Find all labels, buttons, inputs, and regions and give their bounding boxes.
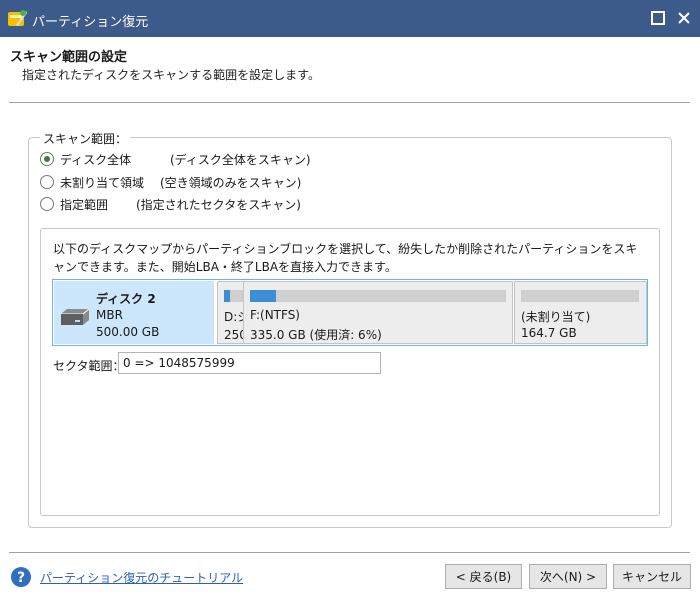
page-subtitle: 指定されたディスクをスキャンする範囲を設定します。 <box>22 68 320 82</box>
back-button[interactable]: < 戻る(B) <box>445 564 522 589</box>
disk-type: MBR <box>96 308 123 322</box>
radio-whole-disk[interactable] <box>40 152 54 166</box>
option-desc: (ディスク全体をスキャン) <box>170 153 311 167</box>
usage-bar <box>250 290 506 302</box>
header-divider <box>9 102 690 103</box>
title-bar: パーティション復元 <box>0 0 700 37</box>
hard-disk-icon <box>61 308 90 325</box>
option-desc: (空き領域のみをスキャン) <box>160 176 302 190</box>
footer-divider <box>9 552 690 553</box>
next-button[interactable]: 次へ(N) > <box>529 564 607 589</box>
tutorial-link[interactable]: パーティション復元のチュートリアル <box>40 569 243 586</box>
option-label: 未割り当て領域 <box>60 176 145 190</box>
partition-size: 164.7 GB <box>521 326 577 340</box>
radio-unallocated[interactable] <box>40 175 54 189</box>
sector-range-input[interactable] <box>118 352 381 374</box>
usage-fill <box>224 290 231 302</box>
window-title: パーティション復元 <box>32 15 149 30</box>
partition-recovery-icon <box>8 10 27 26</box>
close-icon[interactable] <box>674 8 694 28</box>
usage-fill <box>250 290 276 302</box>
partition-name: (未割り当て) <box>521 310 591 324</box>
cancel-button[interactable]: キャンセル <box>613 564 691 589</box>
option-desc: (指定されたセクタをスキャン) <box>136 198 301 212</box>
page-title: スキャン範囲の設定 <box>10 50 128 65</box>
disk-size: 500.00 GB <box>96 325 160 339</box>
radio-specified-range[interactable] <box>40 197 54 211</box>
option-label: 指定範囲 <box>60 198 109 212</box>
disk-map: ディスク 2 MBR 500.00 GB D:システムで予 250 MB (使用… <box>52 279 648 346</box>
disk-name: ディスク 2 <box>96 292 156 306</box>
disk-2-block[interactable]: ディスク 2 MBR 500.00 GB <box>54 281 214 344</box>
sector-range-label: セクタ範囲： <box>53 359 125 373</box>
partition-f[interactable]: F:(NTFS) 335.0 GB (使用済: 6%) <box>243 281 513 344</box>
partition-size: 335.0 GB (使用済: 6%) <box>250 328 382 342</box>
disk-map-description: 以下のディスクマップからパーティションブロックを選択して、紛失したか削除されたパ… <box>53 242 638 274</box>
scan-range-legend: スキャン範囲： <box>40 130 131 147</box>
svg-text:?: ? <box>17 570 25 586</box>
option-label: ディスク全体 <box>60 153 132 167</box>
usage-bar <box>521 290 639 302</box>
partition-name: F:(NTFS) <box>250 308 300 322</box>
partition-unallocated[interactable]: (未割り当て) 164.7 GB <box>514 281 647 344</box>
help-question-icon[interactable]: ? <box>10 566 32 588</box>
maximize-icon[interactable] <box>648 8 668 28</box>
